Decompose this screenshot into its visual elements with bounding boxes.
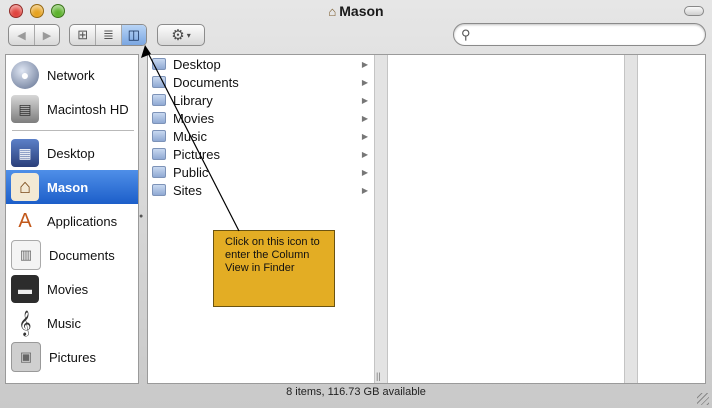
disclosure-arrow-icon: ▶ <box>361 95 368 105</box>
hard-drive-icon: ▤ <box>11 95 39 123</box>
music-clef-icon: 𝄞 <box>18 310 32 335</box>
home-icon: ⌂ <box>11 173 39 201</box>
column-browser: Desktop ▶ Documents ▶ Library ▶ Movies ▶… <box>147 54 706 384</box>
music-folder-icon <box>152 130 166 142</box>
column-item-label: Library <box>173 92 213 108</box>
toolbar-toggle-button[interactable] <box>684 6 704 16</box>
column-item-label: Public <box>173 164 209 180</box>
pictures-folder-icon <box>152 148 166 160</box>
back-forward-control: ◀ ▶ <box>8 24 60 46</box>
search-field[interactable]: ⚲ <box>453 23 706 46</box>
sidebar-item-label: Network <box>47 67 95 83</box>
sidebar-item-movies[interactable]: ▬ Movies <box>6 272 138 306</box>
sidebar-item-network[interactable]: ● Network <box>6 58 138 92</box>
back-arrow-icon: ◀ <box>17 29 26 42</box>
movies-folder-icon <box>152 112 166 124</box>
column-view-button[interactable]: ◫ <box>120 25 146 45</box>
column-item-label: Desktop <box>173 56 221 72</box>
home-icon: ⌂ <box>328 4 337 19</box>
forward-arrow-icon: ▶ <box>42 29 52 42</box>
list-view-icon: ≣ <box>103 27 114 42</box>
documents-icon: ▥ <box>11 240 41 270</box>
disclosure-arrow-icon: ▶ <box>361 131 368 141</box>
sidebar-item-label: Documents <box>49 247 115 263</box>
column-item-documents[interactable]: Documents ▶ <box>152 73 374 91</box>
column-divider[interactable] <box>624 55 638 383</box>
list-view-button[interactable]: ≣ <box>95 25 120 45</box>
movies-clapper-icon: ▬ <box>11 275 39 303</box>
column-home: Desktop ▶ Documents ▶ Library ▶ Movies ▶… <box>148 55 374 383</box>
sidebar-item-mason[interactable]: ⌂ Mason <box>6 170 138 204</box>
icon-view-icon: ⊞ <box>77 27 89 42</box>
sites-folder-icon <box>152 184 166 196</box>
sidebar-item-label: Desktop <box>47 145 95 161</box>
column-item-label: Documents <box>173 74 239 90</box>
column-item-public[interactable]: Public ▶ <box>152 163 374 181</box>
column-item-music[interactable]: Music ▶ <box>152 127 374 145</box>
sidebar-item-desktop[interactable]: ▦ Desktop <box>6 136 138 170</box>
title-bar: ⌂ Mason <box>0 0 712 24</box>
sidebar-item-macintosh-hd[interactable]: ▤ Macintosh HD <box>6 92 138 126</box>
window-title: ⌂ Mason <box>0 3 712 19</box>
sidebar-divider <box>12 130 134 131</box>
sidebar-item-label: Pictures <box>49 349 96 365</box>
column-item-label: Sites <box>173 182 202 198</box>
network-globe-icon: ● <box>11 61 39 89</box>
disclosure-arrow-icon: ▶ <box>361 77 368 87</box>
column-item-label: Pictures <box>173 146 220 162</box>
desktop-icon: ▦ <box>11 139 39 167</box>
column-item-desktop[interactable]: Desktop ▶ <box>152 55 374 73</box>
sidebar-item-label: Mason <box>47 179 89 195</box>
library-folder-icon <box>152 94 166 106</box>
desktop-folder-icon <box>152 58 166 70</box>
column-item-label: Music <box>173 128 207 144</box>
sidebar: ● Network ▤ Macintosh HD ▦ Desktop ⌂ Mas… <box>5 54 139 384</box>
sidebar-item-label: Applications <box>47 213 118 229</box>
column-item-sites[interactable]: Sites ▶ <box>152 181 374 199</box>
sidebar-item-label: Music <box>47 315 81 331</box>
window-title-text: Mason <box>339 3 384 19</box>
icon-view-button[interactable]: ⊞ <box>70 25 95 45</box>
pictures-icon: ▣ <box>11 342 41 372</box>
column-view-icon: ◫ <box>127 27 140 42</box>
action-menu-button[interactable]: ⚙ ▾ <box>157 24 205 46</box>
public-folder-icon <box>152 166 166 178</box>
forward-button[interactable]: ▶ <box>33 25 59 45</box>
disclosure-arrow-icon: ▶ <box>361 185 368 195</box>
column-item-label: Movies <box>173 110 215 126</box>
window-resize-handle[interactable] <box>697 393 709 405</box>
back-button[interactable]: ◀ <box>9 25 34 45</box>
status-bar: 8 items, 116.73 GB available <box>286 386 426 398</box>
disclosure-arrow-icon: ▶ <box>361 59 368 69</box>
applications-icon: A <box>18 209 32 232</box>
sidebar-item-pictures[interactable]: ▣ Pictures <box>6 340 138 374</box>
annotation-callout: Click on this icon to enter the Column V… <box>213 230 335 307</box>
chevron-down-icon: ▾ <box>186 30 191 40</box>
sidebar-item-label: Movies <box>47 281 89 297</box>
column-item-movies[interactable]: Movies ▶ <box>152 109 374 127</box>
disclosure-arrow-icon: ▶ <box>361 113 368 123</box>
sidebar-item-label: Macintosh HD <box>47 101 129 117</box>
search-input[interactable] <box>478 27 702 44</box>
gear-icon: ⚙ <box>171 27 185 44</box>
documents-folder-icon <box>152 76 166 88</box>
sidebar-resize-handle[interactable]: ● <box>139 213 143 220</box>
sidebar-item-music[interactable]: 𝄞 Music <box>6 306 138 340</box>
search-icon: ⚲ <box>461 27 471 42</box>
column-item-library[interactable]: Library ▶ <box>152 91 374 109</box>
column-item-pictures[interactable]: Pictures ▶ <box>152 145 374 163</box>
sidebar-item-documents[interactable]: ▥ Documents <box>6 238 138 272</box>
disclosure-arrow-icon: ▶ <box>361 167 368 177</box>
sidebar-item-applications[interactable]: A Applications <box>6 204 138 238</box>
finder-window: ⌂ Mason ◀ ▶ ⊞ ≣ ◫ ⚙ ▾ ⚲ ● Network ▤ Macint… <box>0 0 712 408</box>
disclosure-arrow-icon: ▶ <box>361 149 368 159</box>
column-resize-handle[interactable]: || <box>376 371 381 381</box>
column-divider[interactable] <box>374 55 388 383</box>
view-mode-control: ⊞ ≣ ◫ <box>69 24 147 46</box>
